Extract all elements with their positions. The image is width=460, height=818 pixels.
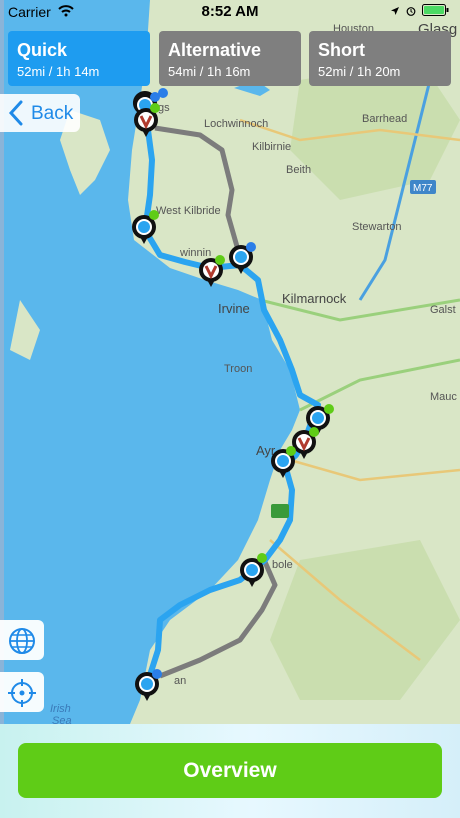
- location-arrow-icon: [390, 3, 400, 19]
- map-label-west-kilbride: West Kilbride: [156, 205, 221, 217]
- route-tab-alternative[interactable]: Alternative 54mi / 1h 16m: [159, 31, 301, 86]
- locate-me-button[interactable]: [0, 672, 44, 712]
- map-a-road-shield: [271, 504, 289, 518]
- map-label-stewarton: Stewarton: [352, 221, 402, 233]
- map-label-barrhead: Barrhead: [362, 113, 407, 125]
- route-tab-info: 52mi / 1h 20m: [318, 64, 401, 79]
- globe-icon: [9, 628, 35, 654]
- map-label-beith: Beith: [286, 164, 311, 176]
- map-label-kilbirnie: Kilbirnie: [252, 141, 291, 153]
- map-label-galston: Galst: [430, 304, 456, 316]
- map-label-troon: Troon: [224, 363, 252, 375]
- map-label-kilmarnock: Kilmarnock: [282, 291, 347, 306]
- map-label-lochwinnoch: Lochwinnoch: [204, 118, 268, 130]
- route-options: Quick 52mi / 1h 14m Alternative 54mi / 1…: [8, 31, 454, 87]
- chevron-left-icon: [8, 100, 24, 132]
- map-label-m77: M77: [413, 183, 433, 194]
- map-type-button[interactable]: [0, 620, 44, 660]
- back-button[interactable]: Back: [0, 94, 80, 132]
- status-bar: Carrier 8:52 AM: [0, 0, 460, 24]
- route-tab-info: 54mi / 1h 16m: [168, 64, 251, 79]
- map-label-girvan: an: [174, 675, 186, 687]
- map-label-irish-sea-1: Irish: [50, 703, 71, 715]
- battery-icon: [422, 3, 450, 19]
- route-tab-name: Alternative: [168, 40, 262, 60]
- route-tab-name: Short: [318, 40, 365, 60]
- route-tab-info: 52mi / 1h 14m: [17, 64, 100, 79]
- alarm-icon: [406, 3, 416, 19]
- route-tab-name: Quick: [17, 40, 68, 60]
- crosshair-icon: [8, 679, 36, 707]
- map-label-mauchline: Mauc: [430, 391, 457, 403]
- map-label-maybole: bole: [272, 559, 293, 571]
- route-tab-quick[interactable]: Quick 52mi / 1h 14m: [8, 31, 150, 86]
- back-label: Back: [31, 103, 74, 124]
- route-tab-short[interactable]: Short 52mi / 1h 20m: [309, 31, 451, 86]
- map-label-saltcoats: winnin: [179, 247, 211, 259]
- map-label-irvine: Irvine: [218, 301, 250, 316]
- overview-button[interactable]: Overview: [18, 743, 442, 798]
- bottom-panel: Overview: [0, 724, 460, 818]
